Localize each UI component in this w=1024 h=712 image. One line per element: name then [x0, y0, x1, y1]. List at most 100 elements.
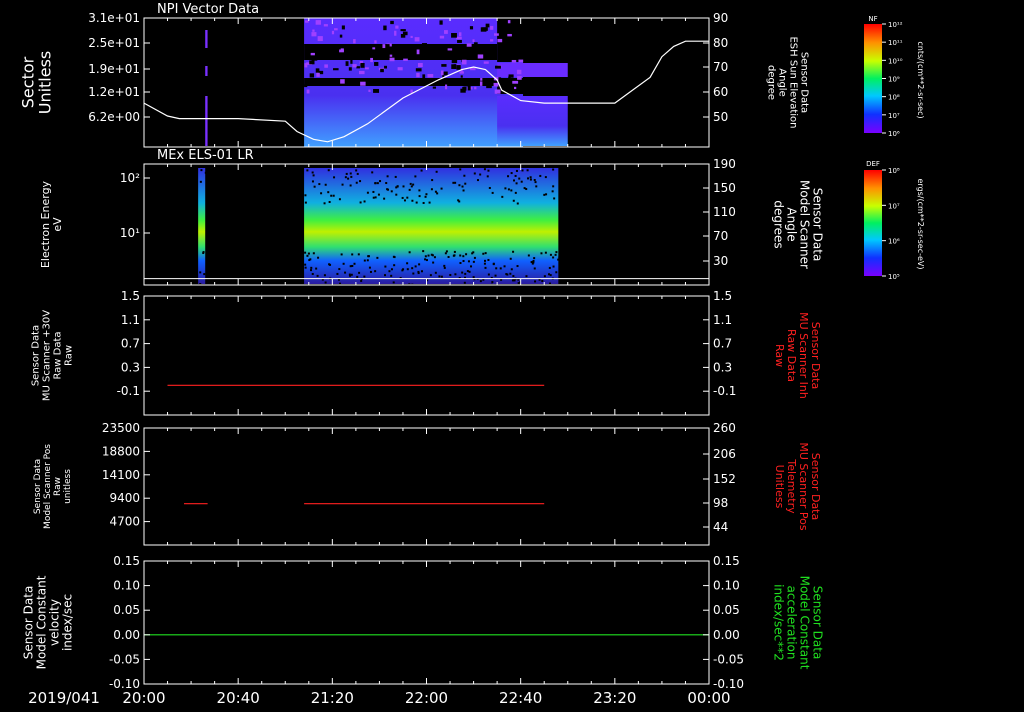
p2-speckle: [462, 260, 465, 263]
p1-speckle: [416, 49, 420, 55]
p1-speckle: [445, 84, 448, 90]
p2-speckle: [432, 261, 435, 264]
panel-1-right-label: Sensor DataESH Sun ElevationAngledegree: [766, 36, 810, 128]
right-tick-label: 70: [713, 229, 728, 243]
p1-speckle: [309, 73, 315, 78]
p1-speckle: [310, 52, 315, 56]
p2-speckle: [492, 262, 495, 265]
left-tick-label: 2.5e+01: [88, 36, 140, 50]
p1-speckle: [339, 34, 343, 38]
p2-speckle: [304, 194, 307, 197]
p2-speckle: [527, 254, 530, 257]
p2-speckle: [312, 252, 315, 255]
p2-speckle: [503, 265, 506, 268]
p2-speckle: [525, 275, 528, 278]
p2-speckle: [417, 272, 420, 275]
colorbar-nf: NF 10¹² 10¹¹ 10¹⁰ 10⁹ 10⁸ 10⁷ 10⁶ cnts/(cm**2-…: [864, 15, 925, 138]
p1-speckle: [345, 61, 349, 66]
p2-speckle: [350, 175, 353, 178]
p2-speckle: [367, 255, 370, 258]
p2-speckle: [372, 196, 375, 199]
p2-speckle: [444, 252, 447, 255]
right-tick-label: 1.5: [713, 289, 732, 303]
p1-speckle: [397, 67, 403, 71]
p1-speckle: [377, 57, 383, 60]
p2-speckle: [357, 253, 360, 256]
p2-speckle: [344, 176, 347, 179]
p2-speckle: [323, 202, 326, 205]
p2-speckle: [461, 271, 464, 274]
p1-speckle: [324, 64, 328, 68]
p2-speckle: [414, 265, 417, 268]
p2-speckle: [544, 176, 547, 179]
p1-speckle: [364, 67, 369, 70]
p2-speckle: [338, 198, 341, 201]
p2-speckle: [438, 275, 441, 278]
p2-speckle: [512, 275, 515, 278]
date-label: 2019/041: [28, 689, 100, 707]
p2-speckle: [348, 273, 351, 276]
p1-speckle: [508, 74, 514, 78]
p2-speckle: [440, 187, 443, 190]
p1-speckle: [323, 24, 328, 27]
p2-speckle: [344, 271, 347, 274]
p2-speckle: [424, 195, 427, 198]
right-label-line: Angle: [785, 207, 799, 241]
p1-speckle: [403, 58, 408, 61]
p2-speckle: [464, 182, 467, 185]
p2-speckle: [487, 273, 490, 276]
p1-speckle: [410, 35, 413, 39]
p1-speckle: [410, 50, 416, 56]
left-label-line: Model Constant: [35, 575, 49, 669]
p2-speckle: [552, 265, 555, 268]
right-label-line: Model Constant: [798, 576, 812, 670]
p2-speckle: [204, 171, 207, 174]
p1-speckle: [421, 43, 427, 48]
p1-speckle: [373, 88, 380, 93]
right-tick-label: 0.10: [713, 579, 740, 593]
p1-gap: [497, 78, 568, 94]
p2-speckle: [385, 182, 388, 185]
colorbar-nf-label: NF: [868, 15, 877, 23]
right-label-line: ESH Sun Elevation: [788, 36, 799, 128]
left-tick-label: 1.2e+01: [88, 85, 140, 99]
p2-speckle: [310, 266, 313, 269]
p2-speckle: [533, 257, 536, 260]
p1-speckle: [459, 71, 464, 74]
p2-speckle: [349, 172, 352, 175]
p1-speckle: [485, 50, 489, 53]
p2-speckle: [520, 180, 523, 183]
p2-speckle: [459, 254, 462, 257]
p1-speckle: [350, 59, 353, 64]
p2-speckle: [472, 260, 475, 263]
right-tick-label: 150: [713, 181, 736, 195]
p1-speckle: [477, 54, 484, 59]
p2-speckle: [458, 184, 461, 187]
p2-speckle: [313, 185, 316, 188]
p2-speckle: [324, 281, 327, 284]
p2-speckle: [458, 200, 461, 203]
p2-speckle: [420, 169, 423, 172]
p2-spectrogram: [198, 168, 561, 285]
p2-speckle: [411, 267, 414, 270]
p1-spectrogram: [205, 18, 568, 147]
right-tick-label: 50: [713, 110, 728, 124]
p1-speckle: [495, 65, 501, 69]
p2-speckle: [552, 185, 555, 188]
p1-speckle: [458, 32, 462, 37]
p2-speckle: [491, 191, 494, 194]
p2-speckle: [409, 182, 412, 185]
p2-speckle: [531, 262, 534, 265]
p2-speckle: [304, 266, 307, 269]
p2-speckle: [306, 254, 309, 257]
p1-speckle: [352, 64, 357, 68]
p1-speckle: [440, 70, 444, 76]
panel-5-frame: [143, 560, 710, 685]
panel-4-right-label: Sensor DataMU Scanner PosTelemetryUnitle…: [773, 442, 822, 531]
right-label-line: Unitless: [773, 465, 786, 509]
p2-speckle: [374, 270, 377, 273]
p2-speckle: [555, 251, 558, 254]
p2-speckle: [384, 274, 387, 277]
p2-speckle: [484, 252, 487, 255]
left-label-line: Raw: [53, 477, 63, 496]
